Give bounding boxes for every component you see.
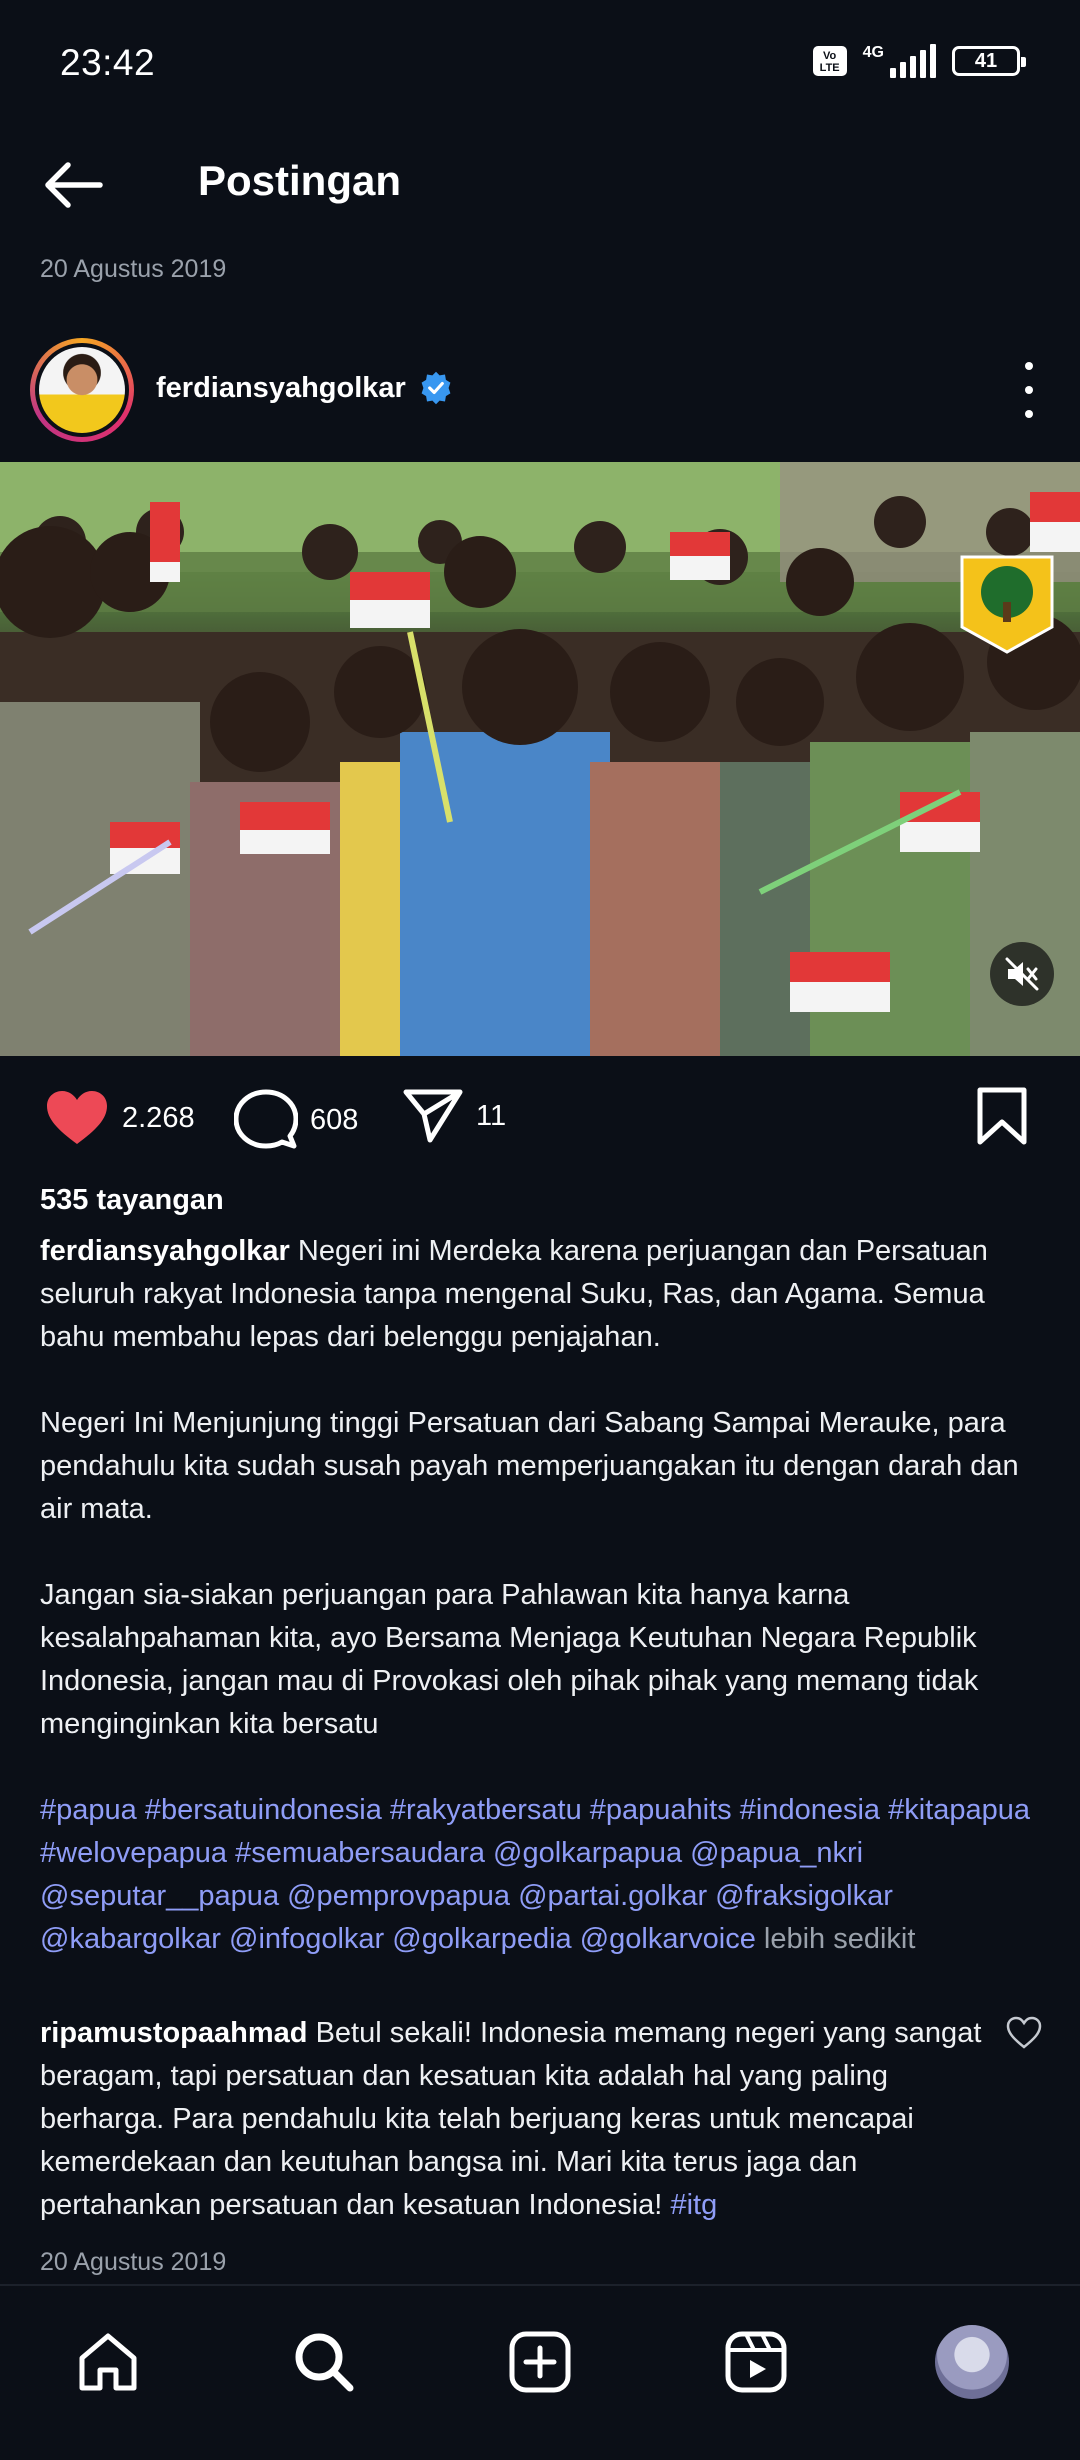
comment-bubble-icon (234, 1089, 298, 1149)
heart-filled-icon (47, 1091, 107, 1144)
speaker-muted-icon (1005, 957, 1039, 991)
comment-hashtag[interactable]: #itg (670, 2189, 717, 2221)
nav-search[interactable] (284, 2322, 364, 2402)
mute-button[interactable] (990, 942, 1054, 1006)
nav-profile[interactable] (932, 2322, 1012, 2402)
share-count: 11 (476, 1099, 507, 1132)
post-date-top: 20 Agustus 2019 (40, 255, 227, 283)
page-title: Postingan (198, 157, 402, 204)
post-caption: ferdiansyahgolkar Negeri ini Merdeka kar… (40, 1230, 1050, 1961)
caption-username[interactable]: ferdiansyahgolkar (40, 1235, 290, 1267)
status-icons: Vo LTE 4G 41 (812, 44, 1026, 78)
post-video[interactable] (0, 462, 1080, 1056)
arrow-left-icon (45, 162, 103, 208)
share-button[interactable]: 11 (402, 1088, 506, 1144)
nav-create[interactable] (500, 2322, 580, 2402)
comment-username[interactable]: ripamustopaahmad (40, 2017, 308, 2049)
like-count: 2.268 (122, 1101, 195, 1134)
comment-like-button[interactable] (1006, 2016, 1042, 2050)
nav-home[interactable] (68, 2322, 148, 2402)
caption-paragraph-2: Negeri Ini Menjunjung tinggi Persatuan d… (40, 1407, 1019, 1525)
top-bar: Postingan (0, 135, 1080, 235)
bottom-navigation (0, 2284, 1080, 2460)
like-button[interactable]: 2.268 (44, 1088, 195, 1148)
post-username[interactable]: ferdiansyahgolkar (156, 372, 406, 405)
post-actions: 2.268 608 11 (0, 1080, 1080, 1160)
home-icon (79, 2333, 137, 2391)
story-avatar[interactable] (30, 338, 134, 442)
view-count: 535 tayangan (40, 1184, 224, 1216)
search-icon (295, 2333, 354, 2392)
signal-icon: 4G (863, 44, 936, 78)
avatar (39, 347, 125, 433)
video-frame-image (0, 462, 1080, 1056)
comment-date: 20 Agustus 2019 (40, 2248, 227, 2276)
verified-badge-icon (421, 371, 451, 405)
battery-icon: 41 (952, 46, 1026, 76)
save-button[interactable] (974, 1086, 1030, 1146)
profile-avatar (935, 2325, 1009, 2399)
status-time: 23:42 (60, 42, 156, 83)
more-vertical-icon (1025, 362, 1033, 370)
more-options-button[interactable] (1014, 362, 1044, 418)
caption-paragraph-3: Jangan sia-siakan perjuangan para Pahlaw… (40, 1579, 979, 1740)
golkar-logo (960, 555, 1054, 654)
reels-icon (725, 2331, 787, 2393)
comment-count: 608 (310, 1103, 359, 1136)
back-button[interactable] (38, 155, 108, 215)
add-post-icon (509, 2331, 571, 2393)
network-type: 4G (862, 44, 884, 61)
battery-level: 41 (974, 49, 998, 72)
status-bar: 23:42 Vo LTE 4G 41 (0, 0, 1080, 130)
post-screen: 23:42 Vo LTE 4G 41 Postingan 20 Agustus 2… (0, 0, 1080, 2460)
bookmark-icon (977, 1087, 1027, 1145)
post-header: ferdiansyahgolkar (0, 330, 1080, 450)
paper-plane-icon (403, 1089, 463, 1143)
volte-icon: Vo LTE (812, 46, 847, 76)
comment-button[interactable]: 608 (234, 1088, 358, 1152)
nav-reels[interactable] (716, 2322, 796, 2402)
show-less-link[interactable]: lebih sedikit (764, 1923, 916, 1955)
comment-item: ripamustopaahmad Betul sekali! Indonesia… (40, 2012, 990, 2227)
